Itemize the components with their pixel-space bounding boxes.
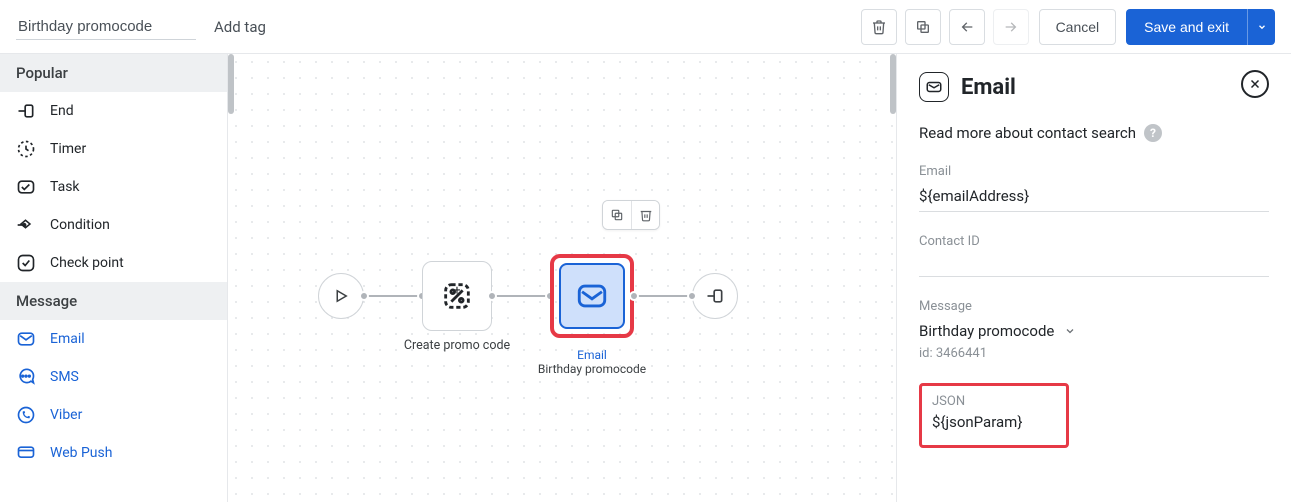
helper-text: Read more about contact search [919, 124, 1136, 142]
chevron-down-icon [1064, 325, 1076, 337]
email-field-value[interactable]: ${emailAddress} [919, 185, 1269, 212]
save-exit-button[interactable]: Save and exit [1126, 9, 1247, 45]
properties-panel: Email Read more about contact search ? E… [896, 54, 1291, 502]
copy-button[interactable] [905, 9, 941, 45]
promo-code-block[interactable]: + Create promo code [422, 261, 492, 331]
end-node[interactable] [692, 273, 738, 319]
checkpoint-icon [16, 253, 36, 273]
chevron-down-icon [1257, 22, 1267, 32]
webpush-icon [16, 443, 36, 463]
sidebar-item-label: End [50, 103, 74, 119]
delete-button[interactable] [861, 9, 897, 45]
trash-icon [871, 19, 887, 35]
message-select[interactable]: Birthday promocode [919, 320, 1054, 342]
email-block-selected[interactable]: Email Birthday promocode [550, 254, 634, 338]
email-block-name: Birthday promocode [502, 362, 682, 376]
save-exit-caret[interactable] [1247, 9, 1275, 45]
sidebar-item-label: Email [50, 331, 85, 347]
top-bar: Add tag Cancel Save and exit [0, 0, 1291, 54]
add-tag-button[interactable]: Add tag [214, 18, 266, 36]
timer-icon [16, 139, 36, 159]
json-field-label: JSON [932, 394, 1056, 409]
condition-icon [16, 215, 36, 235]
sidebar-item-label: Condition [50, 217, 110, 233]
play-icon [332, 287, 350, 305]
sidebar-item-sms[interactable]: SMS [0, 358, 227, 396]
workflow-title-input[interactable] [16, 14, 196, 40]
sidebar-item-viber[interactable]: Viber [0, 396, 227, 434]
email-icon [575, 279, 609, 313]
email-field-label: Email [919, 164, 1269, 179]
cancel-button[interactable]: Cancel [1039, 9, 1117, 45]
sidebar-item-label: Viber [50, 407, 82, 423]
copy-icon [915, 19, 931, 35]
sms-icon [16, 367, 36, 387]
node-copy-button[interactable] [603, 201, 631, 229]
sidebar-item-task[interactable]: Task [0, 168, 227, 206]
panel-close-button[interactable] [1241, 70, 1269, 98]
task-icon [16, 177, 36, 197]
undo-button[interactable] [949, 9, 985, 45]
sidebar-item-label: SMS [50, 369, 79, 385]
canvas-scroll-right[interactable] [890, 54, 896, 114]
close-icon [1249, 78, 1261, 90]
sidebar-item-timer[interactable]: Timer [0, 130, 227, 168]
panel-title: Email [961, 75, 1016, 100]
contact-field-label: Contact ID [919, 234, 1269, 249]
message-id: id: 3466441 [919, 346, 1269, 361]
start-node[interactable] [318, 273, 364, 319]
email-block-type: Email [502, 348, 682, 362]
sidebar-item-condition[interactable]: Condition [0, 206, 227, 244]
promo-icon: + [440, 279, 474, 313]
viber-icon [16, 405, 36, 425]
copy-icon [610, 208, 624, 222]
sidebar-item-checkpoint[interactable]: Check point [0, 244, 227, 282]
node-delete-button[interactable] [631, 201, 659, 229]
email-icon [919, 72, 949, 102]
message-field-label: Message [919, 299, 1269, 314]
sidebar-item-end[interactable]: End [0, 92, 227, 130]
sidebar: Popular End Timer Task Condition Check p… [0, 54, 228, 502]
canvas-scroll-left[interactable] [228, 54, 234, 114]
json-field-highlight: JSON ${jsonParam} [919, 383, 1069, 448]
redo-icon [1002, 19, 1020, 35]
sidebar-item-label: Web Push [50, 445, 112, 461]
sidebar-item-email[interactable]: Email [0, 320, 227, 358]
node-mini-toolbar [602, 200, 660, 230]
workflow-canvas[interactable]: + Create promo code Email Birthday promo… [228, 54, 896, 502]
json-field-value[interactable]: ${jsonParam} [932, 413, 1056, 435]
help-icon[interactable]: ? [1144, 124, 1162, 142]
end-icon [16, 101, 36, 121]
undo-icon [958, 19, 976, 35]
trash-icon [639, 208, 653, 222]
email-icon [16, 329, 36, 349]
contact-field-value[interactable] [919, 255, 1269, 277]
sidebar-section-message: Message [0, 282, 227, 320]
sidebar-item-label: Task [50, 179, 80, 195]
sidebar-item-webpush[interactable]: Web Push [0, 434, 227, 472]
sidebar-section-popular: Popular [0, 54, 227, 92]
sidebar-item-label: Check point [50, 255, 124, 271]
redo-button[interactable] [993, 9, 1029, 45]
sidebar-item-label: Timer [50, 141, 86, 157]
end-icon [705, 286, 725, 306]
